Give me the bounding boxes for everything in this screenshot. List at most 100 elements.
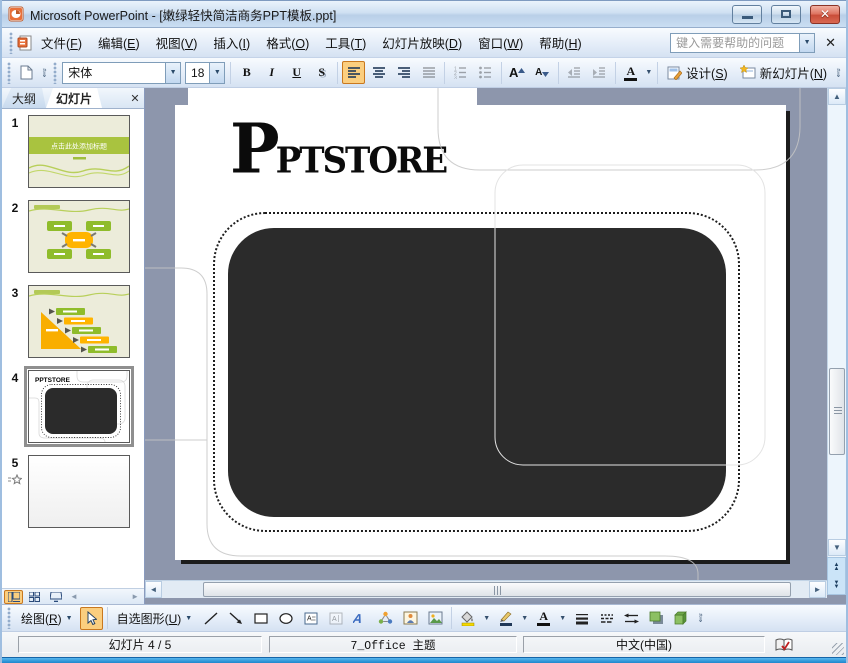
font-color-dropdown[interactable]: ▼ <box>643 66 654 80</box>
scroll-right-icon[interactable]: ► <box>131 592 139 601</box>
select-objects-button[interactable] <box>79 606 103 630</box>
maximize-button[interactable] <box>771 4 801 24</box>
tab-slides[interactable]: 幻灯片 <box>46 88 102 108</box>
toolbar-drag-handle[interactable] <box>7 61 12 84</box>
toolbar-options-chevron[interactable]: » ⇓ <box>39 61 50 85</box>
menu-edit[interactable]: 编辑(E) <box>90 29 148 56</box>
align-right-button[interactable] <box>392 61 415 84</box>
arrow-style-button[interactable] <box>620 607 643 630</box>
font-size-combo[interactable]: 18 ▼ <box>185 61 226 84</box>
draw-font-color-button[interactable]: A <box>532 607 555 630</box>
menu-format[interactable]: 格式(O) <box>258 29 317 56</box>
help-search-box[interactable]: 键入需要帮助的问题 ▼ <box>670 32 816 53</box>
language-indicator[interactable]: 中文(中国) <box>523 636 765 653</box>
menu-view[interactable]: 视图(V) <box>148 29 206 56</box>
draw-font-color-dropdown[interactable]: ▼ <box>556 611 569 625</box>
slide-design-button[interactable]: 设计(S) <box>661 61 734 84</box>
bold-button[interactable]: B <box>235 61 258 84</box>
toolbar-options-chevron[interactable]: » ⇓ <box>833 61 844 85</box>
scroll-down-button[interactable]: ▼ <box>828 539 846 556</box>
oval-tool-button[interactable] <box>274 607 297 630</box>
3d-style-button[interactable] <box>670 607 693 630</box>
arrow-tool-button[interactable] <box>224 607 247 630</box>
numbered-list-button[interactable]: 123 <box>449 61 472 84</box>
resize-grip[interactable] <box>832 643 844 655</box>
menu-insert[interactable]: 插入(I) <box>205 29 258 56</box>
align-center-button[interactable] <box>367 61 390 84</box>
line-color-button[interactable] <box>494 607 517 630</box>
toolbar-drag-handle[interactable] <box>53 61 58 84</box>
minimize-button[interactable] <box>732 4 762 24</box>
slide-sorter-view-button[interactable] <box>25 590 44 604</box>
horizontal-scrollbar[interactable]: ◄ ► <box>145 580 827 598</box>
scroll-up-button[interactable]: ▲ <box>828 88 846 105</box>
slide-thumbnail-2[interactable] <box>28 200 130 273</box>
decrease-indent-button[interactable] <box>563 61 586 84</box>
font-size-dropdown[interactable]: ▼ <box>209 62 225 83</box>
wordart-button[interactable]: A <box>349 607 372 630</box>
toolbar-drag-handle[interactable] <box>7 607 12 629</box>
vertical-scrollbar[interactable]: ▲ ▼ <box>827 88 846 595</box>
slide-canvas[interactable]: PPTSTORE <box>175 105 786 560</box>
insert-picture-button[interactable] <box>424 607 447 630</box>
clip-art-button[interactable] <box>399 607 422 630</box>
diagram-button[interactable] <box>374 607 397 630</box>
dash-style-button[interactable] <box>595 607 618 630</box>
next-slide-button[interactable]: ▼ ▼ <box>828 576 845 594</box>
dark-rounded-rectangle[interactable] <box>228 228 726 517</box>
menu-window[interactable]: 窗口(W) <box>470 29 531 56</box>
line-tool-button[interactable] <box>199 607 222 630</box>
spell-check-icon[interactable] <box>775 637 794 653</box>
previous-slide-button[interactable]: ▲ ▲ <box>828 558 845 576</box>
close-button[interactable]: ✕ <box>810 4 840 24</box>
align-left-button[interactable] <box>342 61 366 84</box>
slide-thumbnail-4-selected[interactable]: PPTSTORE <box>24 366 134 447</box>
increase-font-size-button[interactable]: A <box>506 61 529 84</box>
tab-outline[interactable]: 大纲 <box>2 88 46 108</box>
distribute-text-button[interactable] <box>417 61 440 84</box>
pptstore-logo[interactable]: PPTSTORE <box>230 108 448 198</box>
font-color-button[interactable]: A <box>619 61 642 84</box>
scroll-right-button[interactable]: ► <box>809 581 826 598</box>
menu-file[interactable]: 文件(F) <box>33 29 90 56</box>
italic-button[interactable]: I <box>260 61 283 84</box>
vertical-text-box-button[interactable]: A <box>324 607 347 630</box>
underline-button[interactable]: U <box>285 61 308 84</box>
shadow-style-button[interactable] <box>645 607 668 630</box>
panel-close-button[interactable]: ✕ <box>126 88 144 108</box>
increase-indent-button[interactable] <box>588 61 611 84</box>
scroll-left-icon[interactable]: ◄ <box>70 592 78 601</box>
bullet-list-button[interactable] <box>474 61 497 84</box>
toolbar-drag-handle[interactable] <box>9 31 14 54</box>
line-color-dropdown[interactable]: ▼ <box>518 611 531 625</box>
menu-tools[interactable]: 工具(T) <box>317 29 374 56</box>
slide-thumbnail-1[interactable]: 点击此处添加标题 <box>28 115 130 188</box>
panel-scrollbar[interactable]: ◄ ► <box>67 592 142 601</box>
rectangle-tool-button[interactable] <box>249 607 272 630</box>
fill-color-dropdown[interactable]: ▼ <box>480 611 493 625</box>
menubar-close-button[interactable]: ✕ <box>823 35 842 51</box>
slide-thumbnail-3[interactable] <box>28 285 130 358</box>
line-style-button[interactable] <box>570 607 593 630</box>
help-search-dropdown[interactable]: ▼ <box>799 33 815 52</box>
text-box-button[interactable]: A <box>299 607 322 630</box>
decrease-font-size-button[interactable]: A <box>531 61 554 84</box>
slideshow-view-button[interactable] <box>46 590 65 604</box>
new-slide-button[interactable]: 新幻灯片(N) <box>734 61 833 84</box>
offslide-shape[interactable] <box>188 88 477 105</box>
toolbar-options-chevron[interactable]: » ⇓ <box>694 606 707 630</box>
scroll-left-button[interactable]: ◄ <box>145 581 162 598</box>
draw-menu-button[interactable]: 绘图(R) ▼ <box>15 608 79 629</box>
horizontal-scroll-thumb[interactable] <box>203 582 791 597</box>
vertical-scroll-thumb[interactable] <box>829 368 845 455</box>
text-shadow-button[interactable]: S <box>310 61 333 84</box>
font-name-combo[interactable]: 宋体 ▼ <box>62 61 182 84</box>
slide-thumbnail-5[interactable] <box>28 455 130 528</box>
font-name-dropdown[interactable]: ▼ <box>165 62 181 83</box>
fill-color-button[interactable] <box>456 607 479 630</box>
normal-view-button[interactable] <box>4 589 23 604</box>
menu-slideshow[interactable]: 幻灯片放映(D) <box>374 29 470 56</box>
new-document-button[interactable] <box>15 61 38 84</box>
autoshapes-menu-button[interactable]: 自选图形(U) ▼ <box>111 608 199 629</box>
menu-help[interactable]: 帮助(H) <box>531 29 589 56</box>
